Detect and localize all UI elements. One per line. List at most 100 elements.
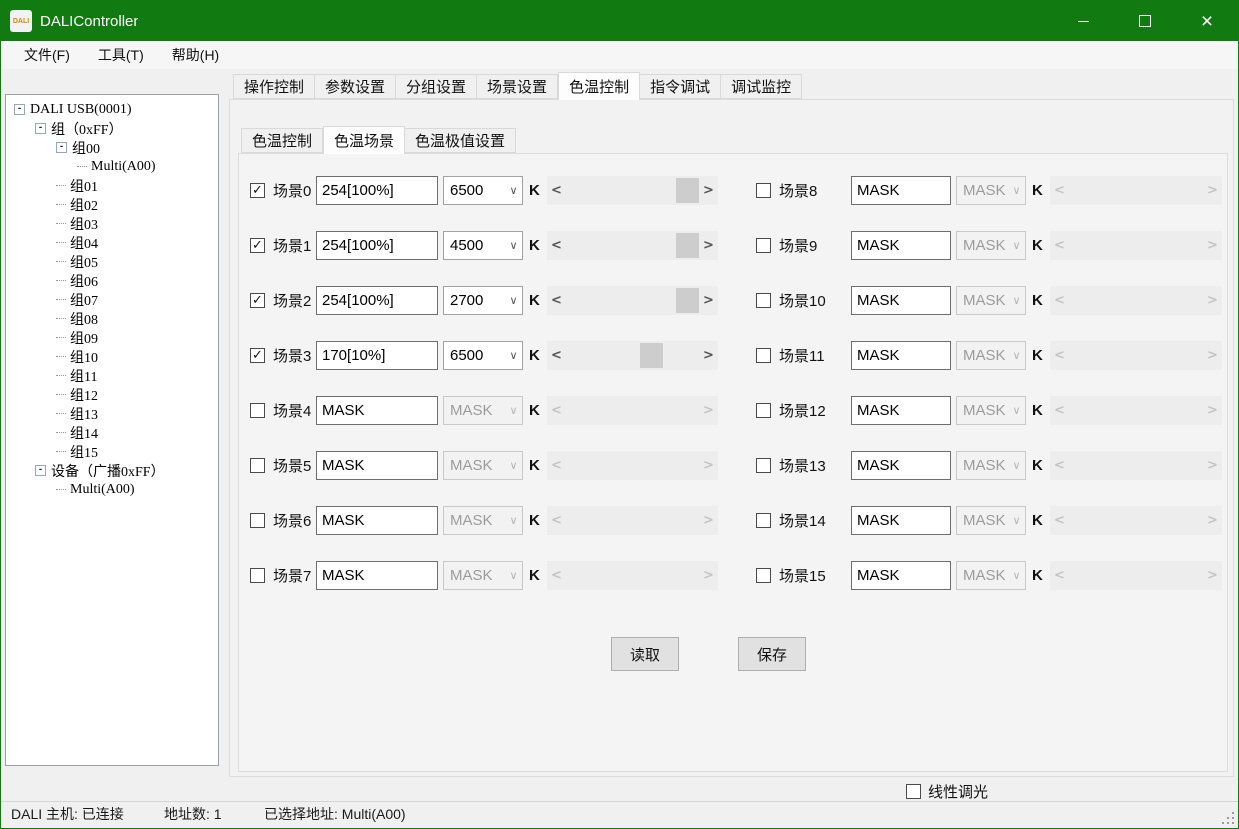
tree-item[interactable]: -组00 <box>6 138 218 157</box>
scene-checkbox[interactable] <box>756 513 771 528</box>
scene-checkbox[interactable] <box>756 293 771 308</box>
scene-brightness-scrollbar[interactable]: < > <box>547 341 718 370</box>
scene-level-input[interactable] <box>851 176 951 205</box>
scene-brightness-scrollbar[interactable]: < > <box>1050 561 1222 590</box>
scene-level-input[interactable] <box>851 396 951 425</box>
linear-dimming-checkbox[interactable] <box>906 784 921 799</box>
scroll-left-icon[interactable]: < <box>547 286 566 315</box>
scene-level-input[interactable] <box>851 231 951 260</box>
tab-操作控制[interactable]: 操作控制 <box>233 74 315 99</box>
tree-item[interactable]: 组08 <box>6 309 218 328</box>
scene-cct-dropdown[interactable]: MASK ∨ <box>956 506 1026 535</box>
scroll-left-icon[interactable]: < <box>547 561 566 590</box>
scene-cct-dropdown[interactable]: MASK ∨ <box>443 396 523 425</box>
scene-checkbox[interactable] <box>756 458 771 473</box>
scene-checkbox[interactable] <box>756 348 771 363</box>
scene-brightness-scrollbar[interactable]: < > <box>547 176 718 205</box>
scroll-left-icon[interactable]: < <box>1050 506 1069 535</box>
scene-checkbox[interactable] <box>250 458 265 473</box>
scene-level-input[interactable] <box>851 286 951 315</box>
scrollbar-track[interactable] <box>1069 451 1203 480</box>
scroll-left-icon[interactable]: < <box>547 176 566 205</box>
tree-item[interactable]: -设备（广播0xFF） <box>6 461 218 480</box>
scroll-left-icon[interactable]: < <box>1050 341 1069 370</box>
scroll-left-icon[interactable]: < <box>1050 176 1069 205</box>
scrollbar-track[interactable] <box>1069 231 1203 260</box>
scene-checkbox[interactable] <box>756 183 771 198</box>
scroll-right-icon[interactable]: > <box>1203 561 1222 590</box>
scene-level-input[interactable] <box>316 506 438 535</box>
scene-level-input[interactable] <box>316 286 438 315</box>
scene-checkbox[interactable]: ✓ <box>250 293 265 308</box>
scene-level-input[interactable] <box>851 506 951 535</box>
scene-checkbox[interactable] <box>250 513 265 528</box>
scroll-right-icon[interactable]: > <box>699 286 718 315</box>
tab-参数设置[interactable]: 参数设置 <box>315 74 396 99</box>
scroll-left-icon[interactable]: < <box>1050 286 1069 315</box>
scene-checkbox[interactable] <box>250 403 265 418</box>
scrollbar-track[interactable] <box>566 451 699 480</box>
tree-item[interactable]: 组03 <box>6 214 218 233</box>
tree-item[interactable]: Multi(A00) <box>6 157 218 176</box>
menu-item[interactable]: 工具(T) <box>84 41 158 69</box>
scroll-thumb[interactable] <box>676 288 699 313</box>
tree-item[interactable]: Multi(A00) <box>6 480 218 499</box>
scroll-left-icon[interactable]: < <box>547 341 566 370</box>
subtab-色温极值设置[interactable]: 色温极值设置 <box>405 128 516 153</box>
scene-level-input[interactable] <box>316 451 438 480</box>
scrollbar-track[interactable] <box>1069 506 1203 535</box>
tree-item[interactable]: 组09 <box>6 328 218 347</box>
scene-brightness-scrollbar[interactable]: < > <box>1050 506 1222 535</box>
maximize-button[interactable] <box>1114 1 1176 41</box>
scene-checkbox[interactable] <box>250 568 265 583</box>
scene-checkbox[interactable] <box>756 238 771 253</box>
tab-指令调试[interactable]: 指令调试 <box>640 74 721 99</box>
scene-checkbox[interactable]: ✓ <box>250 238 265 253</box>
tree-expander-icon[interactable]: - <box>56 142 67 153</box>
scroll-thumb[interactable] <box>640 343 663 368</box>
scrollbar-track[interactable] <box>1069 176 1203 205</box>
scene-brightness-scrollbar[interactable]: < > <box>547 396 718 425</box>
scene-brightness-scrollbar[interactable]: < > <box>1050 341 1222 370</box>
scroll-left-icon[interactable]: < <box>1050 561 1069 590</box>
scroll-left-icon[interactable]: < <box>547 506 566 535</box>
save-button[interactable]: 保存 <box>738 637 806 671</box>
tree-item[interactable]: 组11 <box>6 366 218 385</box>
scrollbar-track[interactable] <box>566 231 699 260</box>
tree-item[interactable]: 组13 <box>6 404 218 423</box>
tree-item[interactable]: 组07 <box>6 290 218 309</box>
resize-grip[interactable] <box>1232 822 1234 824</box>
device-tree[interactable]: -DALI USB(0001)-组（0xFF）-组00Multi(A00)组01… <box>5 94 219 766</box>
scene-brightness-scrollbar[interactable]: < > <box>1050 396 1222 425</box>
scroll-right-icon[interactable]: > <box>1203 341 1222 370</box>
scene-brightness-scrollbar[interactable]: < > <box>1050 451 1222 480</box>
scroll-left-icon[interactable]: < <box>1050 396 1069 425</box>
tree-expander-icon[interactable]: - <box>35 465 46 476</box>
scene-cct-dropdown[interactable]: MASK ∨ <box>956 451 1026 480</box>
scene-cct-dropdown[interactable]: 2700 ∨ <box>443 286 523 315</box>
scrollbar-track[interactable] <box>566 506 699 535</box>
scene-cct-dropdown[interactable]: 6500 ∨ <box>443 341 523 370</box>
scene-level-input[interactable] <box>851 561 951 590</box>
scene-cct-dropdown[interactable]: 6500 ∨ <box>443 176 523 205</box>
tab-色温控制[interactable]: 色温控制 <box>558 72 640 100</box>
tree-item[interactable]: 组12 <box>6 385 218 404</box>
scene-checkbox[interactable] <box>756 403 771 418</box>
scene-cct-dropdown[interactable]: MASK ∨ <box>956 176 1026 205</box>
tree-item[interactable]: -DALI USB(0001) <box>6 100 218 119</box>
scene-level-input[interactable] <box>316 231 438 260</box>
minimize-button[interactable] <box>1052 1 1114 41</box>
scene-cct-dropdown[interactable]: MASK ∨ <box>443 451 523 480</box>
tree-item[interactable]: -组（0xFF） <box>6 119 218 138</box>
scene-checkbox[interactable]: ✓ <box>250 348 265 363</box>
scene-cct-dropdown[interactable]: MASK ∨ <box>956 231 1026 260</box>
subtab-色温场景[interactable]: 色温场景 <box>323 126 405 154</box>
subtab-色温控制[interactable]: 色温控制 <box>241 128 323 153</box>
menu-item[interactable]: 帮助(H) <box>158 41 233 69</box>
scroll-thumb[interactable] <box>676 233 699 258</box>
scene-cct-dropdown[interactable]: MASK ∨ <box>956 341 1026 370</box>
scene-level-input[interactable] <box>851 451 951 480</box>
scroll-right-icon[interactable]: > <box>699 506 718 535</box>
scene-brightness-scrollbar[interactable]: < > <box>547 506 718 535</box>
scroll-right-icon[interactable]: > <box>699 231 718 260</box>
